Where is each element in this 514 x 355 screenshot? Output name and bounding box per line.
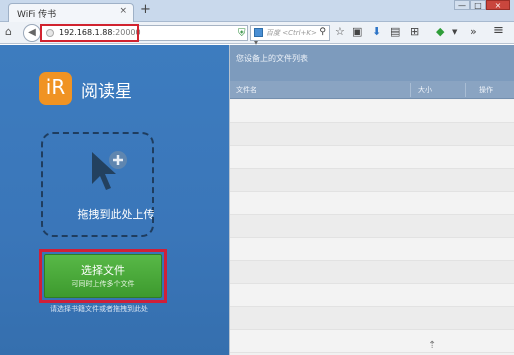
table-row <box>230 123 514 146</box>
mouse-cursor-icon: ⇡ <box>428 340 437 351</box>
bookmark-star-icon[interactable]: ☆ <box>335 25 345 38</box>
column-header-name: 文件名 <box>236 86 257 94</box>
app-title: 阅读星 <box>81 82 132 102</box>
shield-icon[interactable]: ⛨ <box>238 28 246 39</box>
file-list-rows <box>230 100 514 353</box>
drop-zone-label: 拖拽到此处上传 <box>77 208 155 221</box>
tab-title: WiFi 传书 <box>17 10 57 20</box>
logo-star-icon: iR <box>45 75 66 99</box>
table-row <box>230 307 514 330</box>
table-row <box>230 100 514 123</box>
choose-file-label: 选择文件 <box>81 264 125 277</box>
table-row <box>230 261 514 284</box>
table-row <box>230 192 514 215</box>
window-minimize-button[interactable]: — <box>454 0 470 10</box>
table-row <box>230 284 514 307</box>
column-header-size: 大小 <box>418 86 432 94</box>
browser-titlebar: WiFi 传书 × + — □ × <box>0 0 514 22</box>
choose-file-sublabel: 可同时上传多个文件 <box>71 280 135 288</box>
column-divider <box>410 83 411 97</box>
save-page-icon[interactable]: ▤ <box>390 25 400 38</box>
addon-dropdown-icon[interactable]: ▼ <box>452 28 457 36</box>
table-row <box>230 215 514 238</box>
upload-note: 请选择书籍文件或者拖拽到此处 <box>50 305 148 313</box>
address-highlight-box <box>40 24 139 42</box>
search-icon[interactable]: ⚲ <box>319 27 326 37</box>
table-row <box>230 238 514 261</box>
browser-tab[interactable]: WiFi 传书 × <box>8 3 134 22</box>
search-engine-icon[interactable] <box>254 28 263 37</box>
window-close-button[interactable]: × <box>486 0 510 10</box>
tab-close-icon[interactable]: × <box>119 6 127 16</box>
grid-icon[interactable]: ⊞ <box>410 25 419 38</box>
app-logo: iR <box>39 72 72 105</box>
choose-file-button[interactable]: 选择文件 可同时上传多个文件 <box>44 254 162 298</box>
file-list-header: 文件名 大小 操作 <box>230 81 514 99</box>
table-row <box>230 146 514 169</box>
browser-navbar: ⌂ ◀ 192.168.1.88:20000 ⛨ ▦ ▾ ↻ 百度 <Ctrl+… <box>0 22 514 47</box>
bookmarks-list-icon[interactable]: ▣ <box>352 25 362 38</box>
window-maximize-button[interactable]: □ <box>470 0 486 10</box>
search-placeholder: 百度 <Ctrl+K> <box>266 29 317 37</box>
column-divider <box>465 83 466 97</box>
overflow-chevron-icon[interactable]: » <box>470 25 477 38</box>
home-icon[interactable]: ⌂ <box>5 25 12 38</box>
file-list-caption: 您设备上的文件列表 <box>236 54 308 63</box>
search-box[interactable]: 百度 <Ctrl+K> ⚲ <box>250 25 330 41</box>
download-icon[interactable]: ⬇ <box>372 25 381 38</box>
table-row <box>230 330 514 353</box>
addon-icon[interactable]: ◆ <box>436 25 444 38</box>
hamburger-menu-icon[interactable]: ≡ <box>493 23 504 38</box>
file-list-panel: 您设备上的文件列表 文件名 大小 操作 <box>229 45 514 355</box>
table-row <box>230 169 514 192</box>
column-header-action: 操作 <box>479 86 493 94</box>
cursor-plus-icon <box>92 151 127 190</box>
new-tab-button[interactable]: + <box>140 3 151 17</box>
back-arrow-icon[interactable]: ◀ <box>23 24 41 42</box>
file-list-caption-bar: 您设备上的文件列表 <box>230 45 514 81</box>
